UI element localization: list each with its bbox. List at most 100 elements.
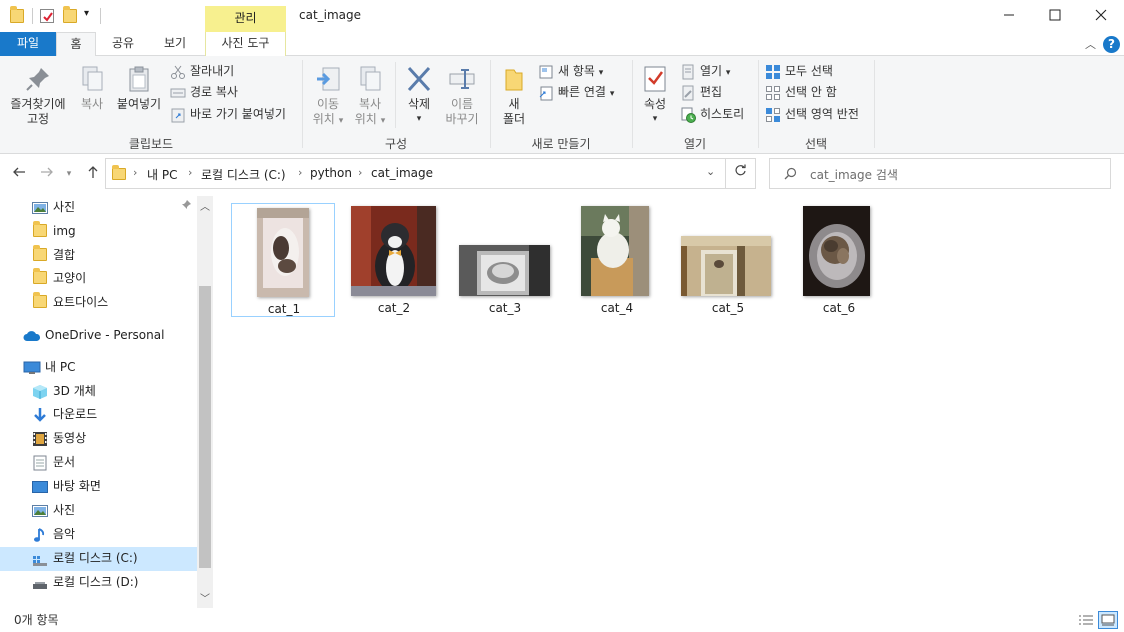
open-button[interactable]: 열기 ▾ (680, 62, 730, 82)
breadcrumb-python[interactable]: python (310, 166, 352, 180)
file-item-cat-3[interactable]: cat_3 (453, 203, 557, 317)
status-bar: 0개 항목 (0, 608, 1124, 632)
nav-item-this-pc[interactable]: 내 PC (0, 356, 197, 380)
address-bar[interactable]: › 내 PC › 로컬 디스크 (C:) › python › cat_imag… (105, 158, 726, 189)
minimize-button[interactable] (986, 0, 1032, 32)
copy-to-label-line2: 위치 (354, 112, 377, 126)
paste-button[interactable]: 붙여넣기 (114, 64, 164, 112)
breadcrumb-this-pc[interactable]: 내 PC (147, 166, 177, 183)
move-to-button[interactable]: 이동 위치 ▾ (308, 64, 348, 129)
breadcrumb-separator-icon[interactable]: › (133, 166, 137, 179)
group-separator (874, 60, 875, 148)
nav-item-combine[interactable]: 결합 (0, 244, 197, 268)
paste-shortcut-icon (170, 107, 186, 123)
file-item-cat-5[interactable]: cat_5 (676, 203, 780, 317)
large-icons-view-icon (1101, 614, 1115, 626)
delete-button[interactable]: 삭제 ▾ (400, 64, 438, 127)
tab-file[interactable]: 파일 (0, 32, 56, 56)
file-item-cat-1[interactable]: cat_1 (231, 203, 335, 317)
nav-label: 다운로드 (53, 407, 98, 421)
nav-item-local-disk-d[interactable]: 로컬 디스크 (D:) (0, 571, 197, 595)
file-item-cat-2[interactable]: cat_2 (342, 203, 446, 317)
nav-item-desktop[interactable]: 바탕 화면 (0, 475, 197, 499)
new-folder-icon (499, 64, 529, 94)
refresh-button[interactable] (726, 158, 756, 189)
nav-item-cat[interactable]: 고양이 (0, 267, 197, 291)
file-item-cat-6[interactable]: cat_6 (787, 203, 891, 317)
nav-label: 사진 (53, 503, 76, 517)
pin-icon[interactable] (181, 196, 192, 218)
forward-button[interactable] (36, 164, 58, 186)
history-icon (680, 107, 696, 123)
forward-arrow-icon (41, 167, 53, 177)
minimize-icon (1004, 14, 1014, 16)
breadcrumb-separator-icon[interactable]: › (358, 166, 362, 179)
image-thumbnail (351, 206, 436, 296)
scroll-down-arrow-icon[interactable]: ﹀ (200, 590, 210, 605)
nav-item-music[interactable]: 음악 (0, 523, 197, 547)
nav-item-3d-objects[interactable]: 3D 개체 (0, 380, 197, 404)
nav-item-yacht-dice[interactable]: 요트다이스 (0, 291, 197, 315)
collapse-ribbon-icon[interactable]: ︿ (1085, 36, 1096, 52)
file-item-cat-4[interactable]: cat_4 (565, 203, 669, 317)
copy-path-button[interactable]: 경로 복사 (170, 83, 238, 103)
cut-button[interactable]: 잘라내기 (170, 62, 234, 82)
close-button[interactable] (1078, 0, 1124, 32)
copy-to-button[interactable]: 복사 위치 ▾ (350, 64, 390, 129)
recent-locations-button[interactable]: ▾ (58, 164, 80, 186)
copy-icon (77, 64, 107, 94)
select-all-icon (765, 64, 781, 80)
pin-to-quick-access-button[interactable]: 즐겨찾기에 고정 (6, 64, 70, 127)
nav-item-pictures-pinned[interactable]: 사진 (0, 196, 197, 220)
copy-button[interactable]: 복사 (74, 64, 110, 112)
paste-shortcut-button[interactable]: 바로 가기 붙여넣기 (170, 105, 286, 125)
search-placeholder: cat_image 검색 (810, 168, 898, 182)
folder-icon (33, 221, 47, 237)
search-box[interactable]: cat_image 검색 (769, 158, 1111, 189)
tab-picture-tools[interactable]: 사진 도구 (205, 32, 286, 56)
customize-quick-access-icon[interactable]: ▾ (84, 8, 89, 19)
easy-access-button[interactable]: 빠른 연결 ▾ (538, 83, 614, 103)
address-history-dropdown-icon[interactable]: ⌄ (706, 165, 715, 178)
details-view-button[interactable] (1076, 611, 1096, 629)
new-item-button[interactable]: 새 항목 ▾ (538, 62, 603, 82)
new-folder-button[interactable]: 새 폴더 (498, 64, 530, 127)
nav-item-documents[interactable]: 문서 (0, 451, 197, 475)
up-button[interactable] (82, 164, 104, 186)
back-button[interactable] (8, 164, 30, 186)
nav-item-onedrive[interactable]: OneDrive - Personal (0, 324, 197, 348)
breadcrumb-separator-icon[interactable]: › (298, 166, 302, 179)
large-icons-view-button[interactable] (1098, 611, 1118, 629)
downloads-icon (32, 407, 48, 422)
invert-selection-button[interactable]: 선택 영역 반전 (765, 105, 859, 125)
copy-path-icon (170, 85, 186, 101)
select-none-button[interactable]: 선택 안 함 (765, 83, 837, 103)
scroll-up-arrow-icon[interactable]: ︿ (200, 198, 210, 213)
organize-group-label: 구성 (384, 137, 408, 151)
nav-item-downloads[interactable]: 다운로드 (0, 403, 197, 427)
select-all-button[interactable]: 모두 선택 (765, 62, 833, 82)
invert-selection-icon (765, 107, 781, 123)
rename-button[interactable]: 이름 바꾸기 (442, 64, 482, 127)
nav-item-local-disk-c[interactable]: 로컬 디스크 (C:) (0, 547, 197, 571)
breadcrumb-separator-icon[interactable]: › (188, 166, 192, 179)
tab-home[interactable]: 홈 (56, 32, 96, 57)
edit-button[interactable]: 편집 (680, 83, 722, 103)
properties-button[interactable]: 속성 ▾ (638, 64, 672, 127)
nav-item-img[interactable]: img (0, 220, 197, 244)
image-thumbnail (581, 206, 649, 296)
nav-item-videos[interactable]: 동영상 (0, 427, 197, 451)
file-name: cat_1 (267, 302, 301, 316)
breadcrumb-local-disk-c[interactable]: 로컬 디스크 (C:) (201, 166, 286, 183)
scrollbar-thumb[interactable] (199, 286, 211, 568)
maximize-button[interactable] (1032, 0, 1078, 32)
tab-view[interactable]: 보기 (153, 32, 197, 56)
properties-quick-icon[interactable] (40, 9, 54, 23)
nav-item-pictures[interactable]: 사진 (0, 499, 197, 523)
tab-share[interactable]: 공유 (102, 32, 144, 56)
new-folder-quick-icon[interactable] (63, 6, 77, 23)
title-bar: ▾ 관리 cat_image (0, 0, 1124, 32)
history-button[interactable]: 히스토리 (680, 105, 744, 125)
breadcrumb-cat-image[interactable]: cat_image (371, 166, 433, 180)
help-icon[interactable]: ? (1103, 36, 1120, 53)
